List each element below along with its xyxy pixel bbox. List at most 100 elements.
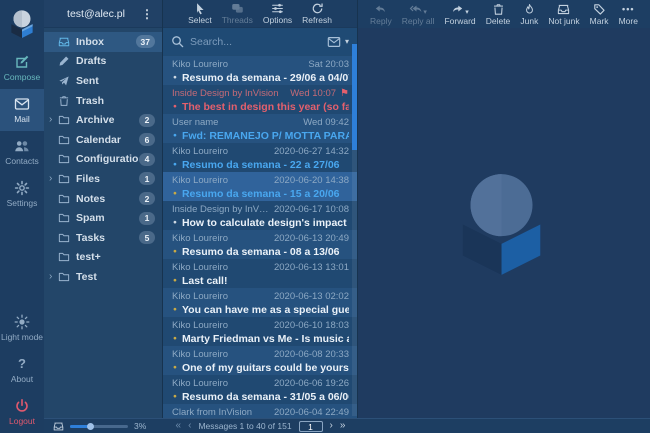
- message-row[interactable]: Kiko Loureiro2020-06-10 18:03●Marty Frie…: [163, 317, 357, 346]
- select-button[interactable]: Select: [188, 1, 212, 25]
- search-scope-selector[interactable]: ▾: [327, 35, 349, 49]
- next-page-button[interactable]: ›: [330, 421, 333, 431]
- message-date: 2020-06-20 14:38: [274, 175, 349, 186]
- forward-button[interactable]: ▾ Forward: [444, 2, 475, 26]
- toolbar-label: Select: [188, 15, 212, 25]
- message-row[interactable]: User nameWed 09:42●Fwd: REMANEJO P/ MOTT…: [163, 114, 357, 143]
- sidebar-item-label: Light mode: [1, 332, 43, 342]
- message-row[interactable]: Clark from InVision2020-06-04 22:49: [163, 404, 357, 418]
- toolbar-label: Threads: [222, 15, 253, 25]
- not-junk-button[interactable]: Not junk: [548, 2, 579, 26]
- message-subject: Fwd: REMANEJO P/ MOTTA PARAFUSOS: [182, 130, 349, 142]
- unread-bullet-icon: ●: [173, 162, 177, 169]
- list-toolbar: Select Threads Options Refresh: [163, 0, 357, 28]
- expand-caret-icon[interactable]: ›: [49, 272, 58, 282]
- folder-item-configuration[interactable]: Configuration4: [44, 150, 162, 170]
- folder-item-test[interactable]: test+: [44, 248, 162, 268]
- message-row[interactable]: Kiko Loureiro2020-06-13 02:02●You can ha…: [163, 288, 357, 317]
- folder-item-files[interactable]: ›Files1: [44, 169, 162, 189]
- message-subject-line: ●How to calculate design's impact at wor…: [172, 216, 349, 230]
- message-sender: Kiko Loureiro: [172, 175, 270, 186]
- junk-button[interactable]: Junk: [520, 2, 538, 26]
- message-subject: How to calculate design's impact at work: [182, 217, 349, 229]
- delete-button[interactable]: Delete: [486, 2, 511, 26]
- sidebar-item-about[interactable]: ? About: [0, 349, 44, 391]
- reply-all-button[interactable]: ▾ Reply all: [402, 2, 435, 26]
- folder-item-sent[interactable]: Sent: [44, 71, 162, 91]
- message-sender: Kiko Loureiro: [172, 59, 304, 70]
- page-number-input[interactable]: 1: [299, 421, 323, 432]
- folder-item-tasks[interactable]: Tasks5: [44, 228, 162, 248]
- message-date: Wed 09:42: [303, 117, 349, 128]
- sidebar-item-label: Contacts: [5, 156, 39, 166]
- pencil-icon: [58, 55, 70, 67]
- account-header: test@alec.pl ⋮: [44, 0, 162, 28]
- message-subject: Last call!: [182, 275, 228, 287]
- folder-item-notes[interactable]: Notes2: [44, 189, 162, 209]
- last-page-button[interactable]: »: [340, 421, 346, 431]
- folder-item-calendar[interactable]: Calendar6: [44, 130, 162, 150]
- message-date: 2020-06-13 13:01: [274, 262, 349, 273]
- flag-icon: ⚑: [340, 89, 349, 99]
- message-meta: Kiko LoureiroSat 20:03: [172, 58, 349, 71]
- reply-button[interactable]: Reply: [370, 2, 392, 26]
- toolbar-label: Mark: [590, 16, 609, 26]
- message-sender: Kiko Loureiro: [172, 378, 270, 389]
- message-row[interactable]: Inside Design by InVisionWed 10:07⚑●The …: [163, 85, 357, 114]
- slider-knob[interactable]: [87, 423, 94, 430]
- message-subject-line: ●Fwd: REMANEJO P/ MOTTA PARAFUSOS: [172, 129, 349, 143]
- folder-icon: [58, 134, 70, 146]
- scrollbar-thumb[interactable]: [352, 44, 357, 150]
- sidebar-item-light-mode[interactable]: Light mode: [0, 307, 44, 349]
- message-meta: Kiko Loureiro2020-06-06 19:26: [172, 377, 349, 390]
- webmail-app: Compose Mail Contacts: [0, 0, 650, 433]
- threads-button[interactable]: Threads: [222, 1, 253, 25]
- folder-item-inbox[interactable]: Inbox37: [44, 32, 162, 52]
- message-row[interactable]: Kiko Loureiro2020-06-20 14:38●Resumo da …: [163, 172, 357, 201]
- sidebar-item-mail[interactable]: Mail: [0, 89, 44, 131]
- mark-button[interactable]: Mark: [590, 2, 609, 26]
- folder-item-drafts[interactable]: Drafts: [44, 52, 162, 72]
- message-date: 2020-06-17 10:08: [274, 204, 349, 215]
- expand-caret-icon[interactable]: ›: [49, 174, 58, 184]
- search-input[interactable]: [190, 36, 327, 48]
- folder-label: Sent: [76, 75, 155, 87]
- unread-count-badge: 2: [139, 192, 155, 205]
- message-date: 2020-06-04 22:49: [274, 407, 349, 418]
- sidebar-item-settings[interactable]: Settings: [0, 173, 44, 215]
- folder-label: Test: [76, 271, 155, 283]
- expand-caret-icon[interactable]: ›: [49, 115, 58, 125]
- message-row[interactable]: Inside Design by InVision2020-06-17 10:0…: [163, 201, 357, 230]
- unread-count-badge: 4: [139, 153, 155, 166]
- first-page-button[interactable]: «: [176, 421, 182, 431]
- inbox-tray-icon: [53, 421, 64, 432]
- trash-icon: [492, 3, 505, 16]
- folder-item-test[interactable]: › Test: [44, 267, 162, 287]
- message-row[interactable]: Kiko Loureiro2020-06-08 20:33●One of my …: [163, 346, 357, 375]
- sidebar-item-compose[interactable]: Compose: [0, 47, 44, 89]
- unread-bullet-icon: ●: [173, 249, 177, 256]
- folder-menu-kebab-icon[interactable]: ⋮: [138, 7, 156, 21]
- threads-icon: [231, 2, 244, 15]
- sidebar-item-label: Logout: [9, 416, 35, 426]
- message-row[interactable]: Kiko Loureiro2020-06-13 13:01●Last call!: [163, 259, 357, 288]
- message-sender: Kiko Loureiro: [172, 233, 270, 244]
- message-row[interactable]: Kiko LoureiroSat 20:03●Resumo da semana …: [163, 56, 357, 85]
- page-size-slider[interactable]: [70, 425, 128, 428]
- search-icon: [171, 35, 184, 48]
- folder-item-trash[interactable]: Trash: [44, 91, 162, 111]
- sidebar-item-contacts[interactable]: Contacts: [0, 131, 44, 173]
- refresh-button[interactable]: Refresh: [302, 1, 332, 25]
- prev-page-button[interactable]: ‹: [188, 421, 191, 431]
- message-row[interactable]: Kiko Loureiro2020-06-27 14:32●Resumo da …: [163, 143, 357, 172]
- message-row[interactable]: Kiko Loureiro2020-06-13 20:49●Resumo da …: [163, 230, 357, 259]
- list-scrollbar[interactable]: [352, 44, 357, 416]
- folder-item-archive[interactable]: ›Archive2: [44, 110, 162, 130]
- more-button[interactable]: ••• More: [619, 2, 638, 26]
- list-options-area: 3%: [44, 421, 163, 432]
- message-row[interactable]: Kiko Loureiro2020-06-06 19:26●Resumo da …: [163, 375, 357, 404]
- unread-bullet-icon: ●: [173, 278, 177, 285]
- options-button[interactable]: Options: [263, 1, 292, 25]
- folder-item-spam[interactable]: Spam1: [44, 208, 162, 228]
- sidebar-item-logout[interactable]: Logout: [0, 391, 44, 433]
